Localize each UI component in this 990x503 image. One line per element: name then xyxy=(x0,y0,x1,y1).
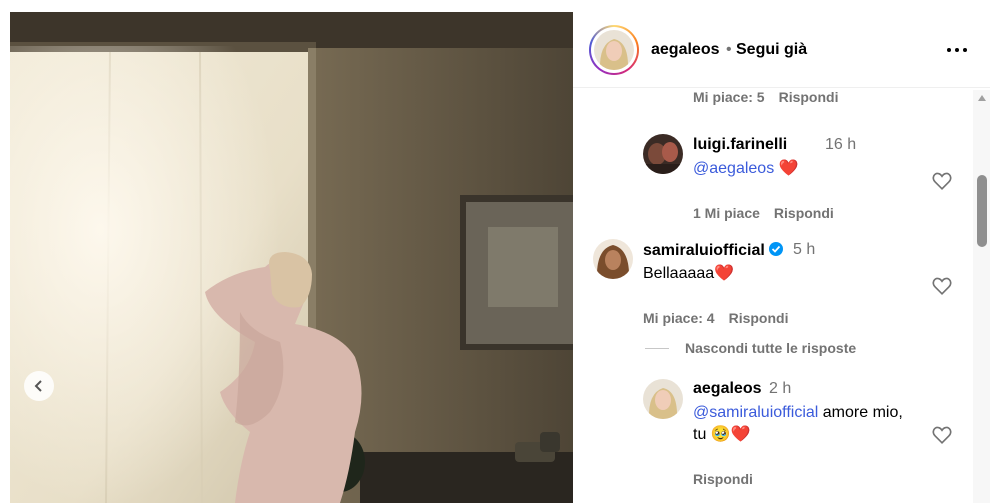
comment-time: 2 h xyxy=(769,380,792,397)
header-separator: • xyxy=(726,41,732,58)
comment-text: Bellaaaaa❤️ xyxy=(643,263,734,285)
like-comment-button[interactable] xyxy=(931,275,953,297)
comment-meta: 1 Mi piace Rispondi xyxy=(693,205,848,221)
reply-button[interactable]: Rispondi xyxy=(774,205,834,221)
like-comment-button[interactable] xyxy=(931,424,953,446)
author-avatar[interactable] xyxy=(589,25,639,75)
comment-username[interactable]: luigi.farinelli xyxy=(693,136,787,154)
comment-body: Bellaaaaa xyxy=(643,265,715,282)
reply-button[interactable]: Rispondi xyxy=(693,471,753,487)
reply-button[interactable]: Rispondi xyxy=(779,89,839,105)
commenter-avatar[interactable] xyxy=(643,134,683,174)
scroll-up-icon[interactable] xyxy=(977,94,987,102)
hide-replies-divider xyxy=(645,348,669,349)
likes-count[interactable]: Mi piace: 4 xyxy=(643,310,715,326)
post-photo xyxy=(10,12,573,503)
comment-emoji: 🥹❤️ xyxy=(710,426,751,443)
comment-meta: Mi piace: 4 Rispondi xyxy=(643,310,802,326)
heart-outline-icon xyxy=(932,426,952,444)
comment-body-2: tu xyxy=(693,426,707,443)
comment-emoji: ❤️ xyxy=(714,265,735,282)
comment-username[interactable]: samiraluiofficial xyxy=(643,242,765,259)
comment-text: @samiraluiofficial amore mio, tu 🥹❤️ xyxy=(693,402,933,446)
scrollbar-thumb[interactable] xyxy=(977,175,987,247)
comment-emoji: ❤️ xyxy=(778,160,799,177)
likes-count[interactable]: 1 Mi piace xyxy=(693,205,760,221)
more-horizontal-icon xyxy=(947,48,967,52)
likes-count[interactable]: Mi piace: 5 xyxy=(693,89,765,105)
comment-username-row: samiraluiofficial xyxy=(643,241,784,260)
comments-list: Mi piace: 5 Rispondi luigi.farinelli 16 h… xyxy=(573,89,990,503)
comment-time: 16 h xyxy=(825,136,857,153)
comment-username[interactable]: aegaleos xyxy=(693,380,761,398)
comment-body: amore mio, xyxy=(822,404,903,421)
reply-button[interactable]: Rispondi xyxy=(729,310,789,326)
following-button[interactable]: Segui già xyxy=(736,41,807,59)
mention-link[interactable]: @samiraluiofficial xyxy=(693,404,818,421)
hide-replies-button[interactable]: Nascondi tutte le risposte xyxy=(685,340,856,356)
comment-text: @aegaleos ❤️ xyxy=(693,158,799,180)
commenter-avatar[interactable] xyxy=(643,379,683,419)
heart-outline-icon xyxy=(932,172,952,190)
like-comment-button[interactable] xyxy=(931,170,953,192)
mention-link[interactable]: @aegaleos xyxy=(693,160,774,177)
more-options-button[interactable] xyxy=(945,40,969,60)
heart-outline-icon xyxy=(932,277,952,295)
carousel-prev-button[interactable] xyxy=(24,371,54,401)
author-username[interactable]: aegaleos xyxy=(651,41,719,59)
comment-time: 5 h xyxy=(793,241,816,258)
post-side-panel: aegaleos • Segui già Mi piace: 5 Rispondi… xyxy=(573,12,990,503)
comment-meta: Mi piace: 5 Rispondi xyxy=(693,89,852,105)
chevron-left-icon xyxy=(34,380,42,392)
post-header: aegaleos • Segui già xyxy=(573,12,990,88)
commenter-avatar[interactable] xyxy=(593,239,633,279)
comments-scrollbar[interactable] xyxy=(973,90,990,503)
verified-badge-icon xyxy=(768,241,784,257)
comment-meta: Rispondi xyxy=(693,471,767,487)
